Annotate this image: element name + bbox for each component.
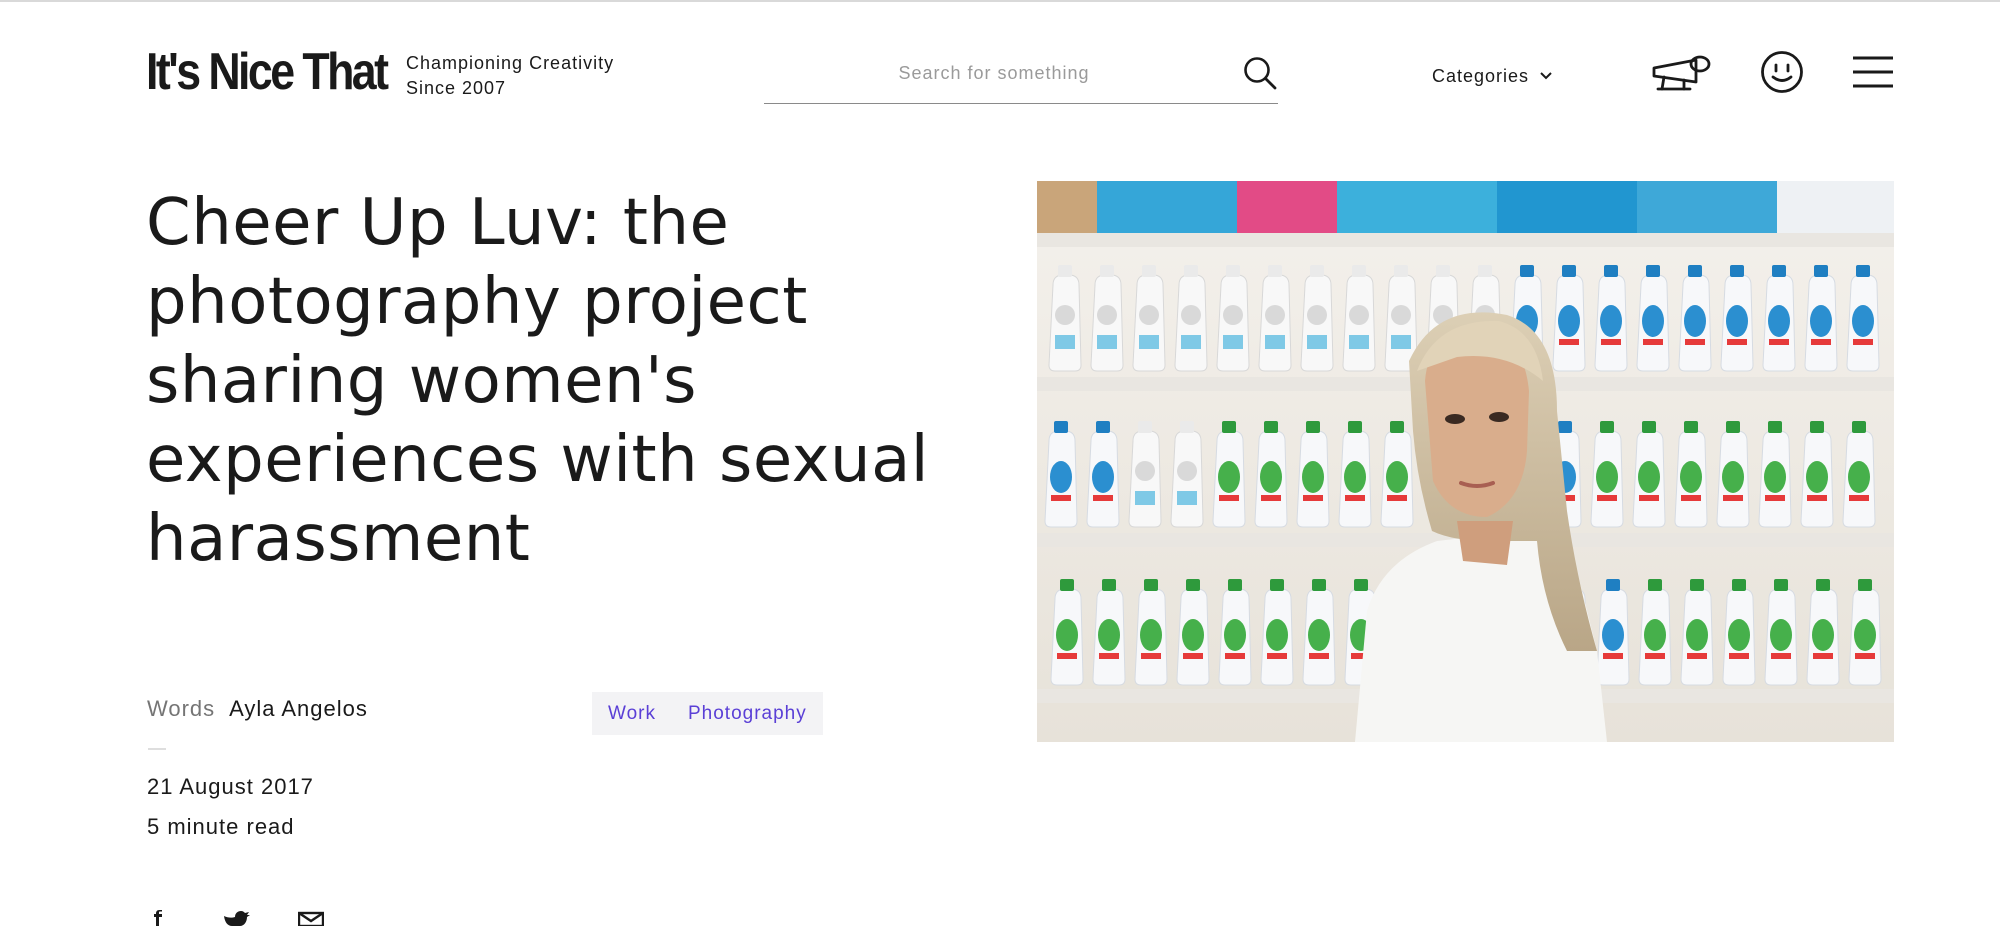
byline-divider <box>148 748 166 750</box>
twitter-icon[interactable] <box>222 910 252 926</box>
search-bar <box>764 48 1278 104</box>
author-link[interactable]: Ayla Angelos <box>229 696 368 721</box>
tag-work[interactable]: Work <box>592 692 672 735</box>
tag-list: Work Photography <box>592 692 823 735</box>
tag-photography[interactable]: Photography <box>671 692 823 735</box>
tagline-line-2: Since 2007 <box>406 78 507 98</box>
hero-image <box>1037 181 1894 742</box>
facebook-icon[interactable] <box>150 910 164 926</box>
publish-date: 21 August 2017 <box>147 774 314 799</box>
chevron-down-icon <box>1540 72 1552 80</box>
smiley-icon[interactable] <box>1760 50 1804 94</box>
search-icon[interactable] <box>1242 55 1278 91</box>
email-icon[interactable] <box>298 910 324 926</box>
words-label: Words <box>147 696 216 721</box>
site-logo[interactable]: It's Nice That <box>146 46 389 98</box>
tagline-line-1: Championing Creativity <box>406 53 615 73</box>
hamburger-menu-icon[interactable] <box>1852 55 1894 89</box>
article-title: Cheer Up Luv: the photography project sh… <box>146 186 930 576</box>
top-border <box>0 0 2000 2</box>
site-tagline: Championing Creativity Since 2007 <box>406 51 614 101</box>
megaphone-icon[interactable] <box>1650 52 1714 92</box>
categories-dropdown[interactable]: Categories <box>1432 62 1553 90</box>
read-time: 5 minute read <box>147 814 295 839</box>
categories-label: Categories <box>1432 65 1530 86</box>
supermarket-photo <box>1037 181 1894 742</box>
search-input[interactable] <box>764 56 1224 90</box>
byline: Words Ayla Angelos <box>147 696 368 722</box>
